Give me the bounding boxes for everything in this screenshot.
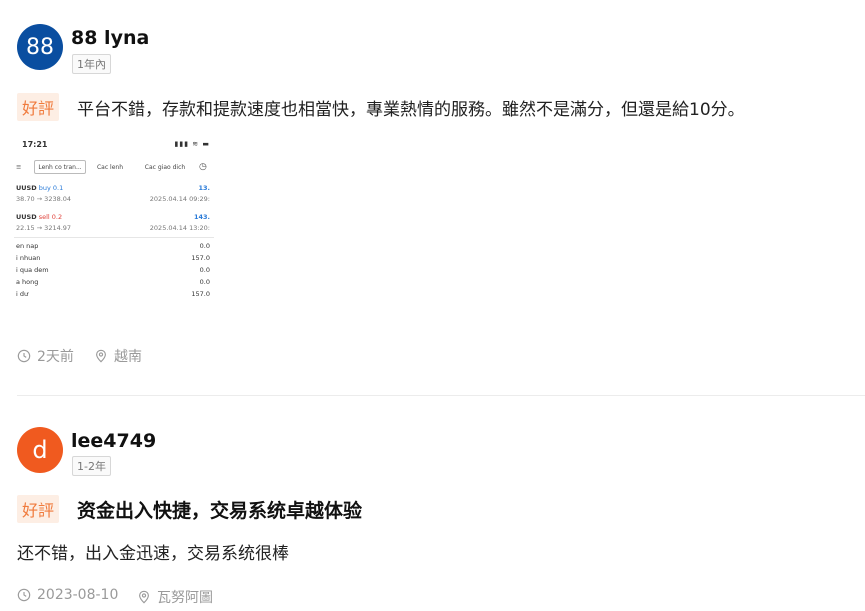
avatar[interactable]: d — [17, 427, 63, 473]
order-side: buy 0.1 — [38, 184, 64, 192]
review-location: 瓦努阿圖 — [137, 587, 213, 607]
summary-label: i nhuan — [16, 254, 41, 262]
status-icons: ▮▮▮ ≋ ▬ — [174, 140, 210, 148]
review-text: 还不错，出入金迅速，交易系统很棒 — [17, 544, 289, 564]
menu-icon: ≡ — [16, 163, 22, 171]
tenure-badge: 1年內 — [72, 54, 111, 74]
rating-badge: 好評 — [17, 495, 60, 523]
divider — [14, 237, 214, 238]
order-side: sell 0.2 — [38, 213, 63, 221]
order-prices: 38.70 → 3238.04 — [16, 195, 72, 203]
clock-icon — [17, 349, 31, 363]
summary-value: 0.0 — [199, 266, 210, 274]
image-tabs: ≡ Lenh co tran... Cac lenh Cac giao dich… — [14, 160, 214, 174]
order-symbol: UUSD — [16, 184, 37, 192]
order-prices: 22.15 → 3214.97 — [16, 224, 72, 232]
review-card: 88 88 lyna 1年內 好評 平台不錯，存款和提款速度也相當快，專業熱情的… — [0, 0, 865, 396]
location-text: 瓦努阿圖 — [157, 590, 213, 606]
status-time: 17:21 — [22, 140, 48, 149]
review-location: 越南 — [94, 346, 142, 366]
location-text: 越南 — [114, 349, 142, 365]
review-text: 平台不錯，存款和提款速度也相當快，專業熱情的服務。雖然不是滿分，但還是給10分。 — [77, 100, 745, 120]
summary-label: en nap — [16, 242, 39, 250]
time-text: 2天前 — [37, 349, 74, 365]
order-value: 13. — [198, 184, 210, 192]
summary-value: 0.0 — [199, 278, 210, 286]
username[interactable]: lee4749 — [71, 430, 156, 452]
order-value: 143. — [193, 213, 210, 221]
image-tab: Cac lenh — [96, 163, 124, 171]
order-symbol: UUSD — [16, 213, 37, 221]
history-clock-icon: ◷ — [199, 162, 207, 172]
summary-label: a hong — [16, 278, 39, 286]
rating-badge: 好評 — [17, 93, 60, 121]
username[interactable]: 88 lyna — [71, 27, 149, 49]
summary-label: i dư — [16, 290, 29, 298]
clock-icon — [17, 588, 31, 602]
review-title: 资金出入快捷，交易系统卓越体验 — [77, 500, 363, 522]
summary-value: 157.0 — [191, 254, 210, 262]
order-date: 2025.04.14 09:29: — [149, 195, 210, 203]
review-image[interactable]: 17:21 ▮▮▮ ≋ ▬ ≡ Lenh co tran... Cac lenh… — [14, 134, 214, 304]
location-pin-icon — [139, 590, 149, 604]
summary-value: 157.0 — [191, 290, 210, 298]
time-text: 2023-08-10 — [37, 587, 119, 603]
review-time: 2天前 — [17, 346, 74, 366]
image-tab: Lenh co tran... — [34, 160, 86, 174]
location-pin-icon — [96, 349, 106, 363]
review-time: 2023-08-10 — [17, 587, 118, 603]
image-tab: Cac giao dich — [144, 163, 186, 171]
summary-label: i qua dem — [16, 266, 49, 274]
avatar[interactable]: 88 — [17, 24, 63, 70]
review-divider — [17, 395, 865, 396]
tenure-badge: 1-2年 — [72, 456, 111, 476]
summary-value: 0.0 — [199, 242, 210, 250]
order-date: 2025.04.14 13:20: — [149, 224, 210, 232]
